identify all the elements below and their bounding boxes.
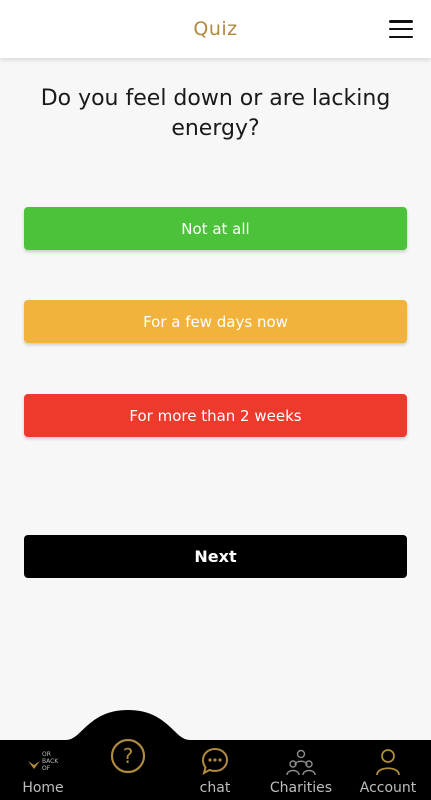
svg-text:?: ? (123, 744, 134, 768)
home-logo-icon: OR BACK OF (25, 744, 61, 776)
logo-text-2: BACK (42, 758, 59, 765)
quiz-question: Do you feel down or are lacking energy? (40, 86, 391, 141)
quiz-tab-button[interactable]: ? (110, 738, 146, 774)
logo-text-3: OF (42, 765, 51, 772)
people-group-icon (285, 744, 317, 776)
next-button[interactable]: Next (24, 535, 407, 578)
tab-chat-label: chat (199, 780, 231, 796)
answer-not-at-all-button[interactable]: Not at all (24, 207, 407, 250)
tab-home-label: Home (22, 780, 64, 796)
tab-chat[interactable]: chat (172, 740, 258, 800)
tab-home[interactable]: OR BACK OF Home (0, 740, 86, 800)
tabbar-bump (0, 710, 431, 742)
logo-text-1: OR (42, 751, 51, 758)
question-mark-icon: ? (110, 738, 146, 774)
answer-more-than-2-weeks-button[interactable]: For more than 2 weeks (24, 394, 407, 437)
user-account-icon (375, 744, 401, 776)
tab-charities-label: Charities (269, 780, 333, 796)
chat-bubble-icon (200, 744, 230, 776)
bottom-tab-bar: OR BACK OF Home chat Charities Account (0, 740, 431, 800)
tab-account[interactable]: Account (345, 740, 431, 800)
page-title: Quiz (193, 18, 238, 40)
tab-account-label: Account (359, 780, 417, 796)
tab-charities[interactable]: Charities (258, 740, 344, 800)
app-header: Quiz (0, 0, 431, 58)
answer-few-days-button[interactable]: For a few days now (24, 300, 407, 343)
hamburger-menu-icon[interactable] (389, 20, 413, 38)
